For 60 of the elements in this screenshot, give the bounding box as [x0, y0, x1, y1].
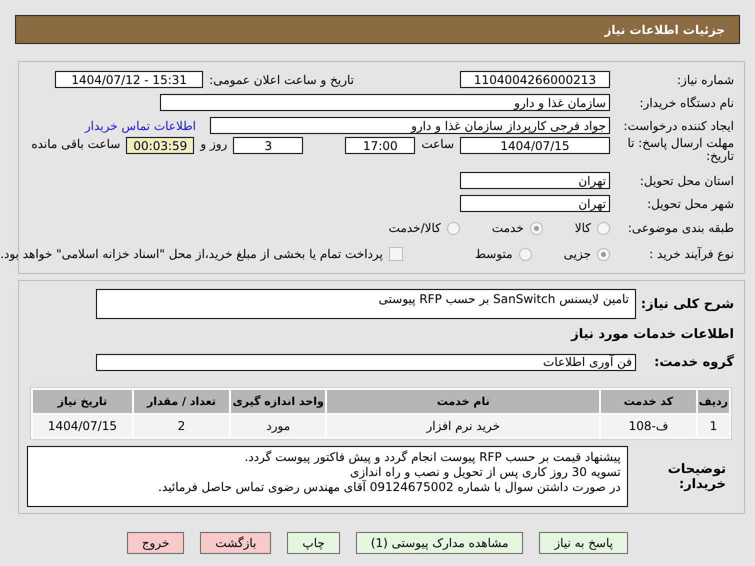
field-label: نام دستگاه خریدار:	[638, 96, 734, 110]
field-label: ایجاد کننده درخواست:	[622, 118, 734, 132]
field-label: شهر محل تحویل:	[646, 196, 734, 210]
value-field[interactable]: تهران	[460, 195, 610, 212]
field-label: ساعت	[421, 137, 454, 151]
value-field[interactable]: جواد فرجی کارپرداز سازمان غذا و دارو	[210, 117, 610, 134]
column-header: ردیف	[698, 390, 729, 413]
section-title: اطلاعات خدمات مورد نیاز	[571, 326, 734, 342]
field-label: روز و	[200, 137, 228, 151]
value-field[interactable]: 3	[233, 137, 304, 154]
page-title: جزئیات اطلاعات نیاز	[604, 22, 725, 36]
radio-button[interactable]	[446, 222, 460, 234]
column-header: تاریخ نیاز	[33, 390, 132, 413]
countdown-field[interactable]: 00:03:59	[126, 137, 194, 154]
option-label: خدمت	[492, 221, 524, 235]
action-button[interactable]: بازگشت	[200, 532, 272, 554]
column-header: نام خدمت	[327, 390, 600, 413]
action-button[interactable]: چاپ	[287, 532, 340, 554]
option-label: جزیی	[564, 247, 591, 261]
field-label: مهلت ارسال پاسخ: تا تاریخ:	[626, 137, 734, 163]
field-label: ساعت باقی مانده	[31, 137, 120, 151]
field-label: شماره نیاز:	[676, 72, 734, 86]
field-label: استان محل تحویل:	[638, 174, 734, 188]
value-field[interactable]: 17:00	[345, 137, 416, 154]
action-button[interactable]: خروج	[126, 532, 184, 554]
value-field[interactable]: 1404/07/12 - 15:31	[55, 71, 204, 88]
value-field[interactable]: 1404/07/15	[460, 137, 610, 154]
option-label: کالا/خدمت	[388, 221, 441, 235]
option-label: متوسط	[474, 247, 513, 261]
description-field[interactable]: تامین لایسنس SanSwitch بر حسب RFP پیوستی	[96, 289, 636, 319]
table-cell: مورد	[231, 415, 326, 437]
field-label: گروه خدمت:	[653, 354, 734, 370]
service-group-field[interactable]: فن آوری اطلاعات	[96, 354, 636, 370]
value-field[interactable]: تهران	[460, 172, 610, 189]
payment-note: پرداخت تمام یا بخشی از مبلغ خرید،از محل "اسناد خزانه اسلامی" خواهد بود.	[0, 247, 383, 261]
action-button[interactable]: پاسخ به نیاز	[539, 532, 628, 554]
column-header: واحد اندازه گیری	[231, 390, 326, 413]
table-cell: 1404/07/15	[33, 415, 132, 437]
radio-button[interactable]	[518, 248, 532, 260]
notes-field[interactable]: پیشنهاد قیمت بر حسب RFP پیوست انجام گردد و پیش فاکتور پیوست گردد. تسویه 30 روز کاری پس از تحویل و نصب و راه اندازی در صورت داشتن سوال با شماره 09124675002 آقای مهندس رضوی تماس حاصل فرمائید.	[27, 446, 628, 507]
checkbox[interactable]	[388, 247, 403, 261]
column-header: تعداد / مقدار	[134, 390, 230, 413]
contact-link[interactable]: اطلاعات تماس خریدار	[84, 118, 196, 132]
field-label: نوع فرآیند خرید :	[648, 247, 734, 261]
option-label: کالا	[574, 221, 591, 235]
table-cell: 1	[698, 415, 729, 437]
radio-button[interactable]	[597, 248, 610, 260]
field-label: توضیحات خریدار:	[668, 462, 726, 492]
radio-button[interactable]	[597, 222, 610, 234]
field-label: تاریخ و ساعت اعلان عمومی:	[209, 72, 354, 86]
table-cell: ف-108	[601, 415, 696, 437]
value-field[interactable]: سازمان غذا و دارو	[160, 94, 610, 111]
field-label: طبقه بندی موضوعی:	[626, 221, 734, 235]
table-cell: 2	[134, 415, 230, 437]
action-button[interactable]: مشاهده مدارک پیوستی (1)	[356, 532, 524, 554]
field-label: شرح کلی نیاز:	[642, 296, 734, 312]
value-field[interactable]: 1104004266000213	[460, 71, 610, 88]
table-cell: خرید نرم افزار	[327, 415, 600, 437]
column-header: کد خدمت	[601, 390, 696, 413]
radio-button[interactable]	[530, 222, 543, 234]
